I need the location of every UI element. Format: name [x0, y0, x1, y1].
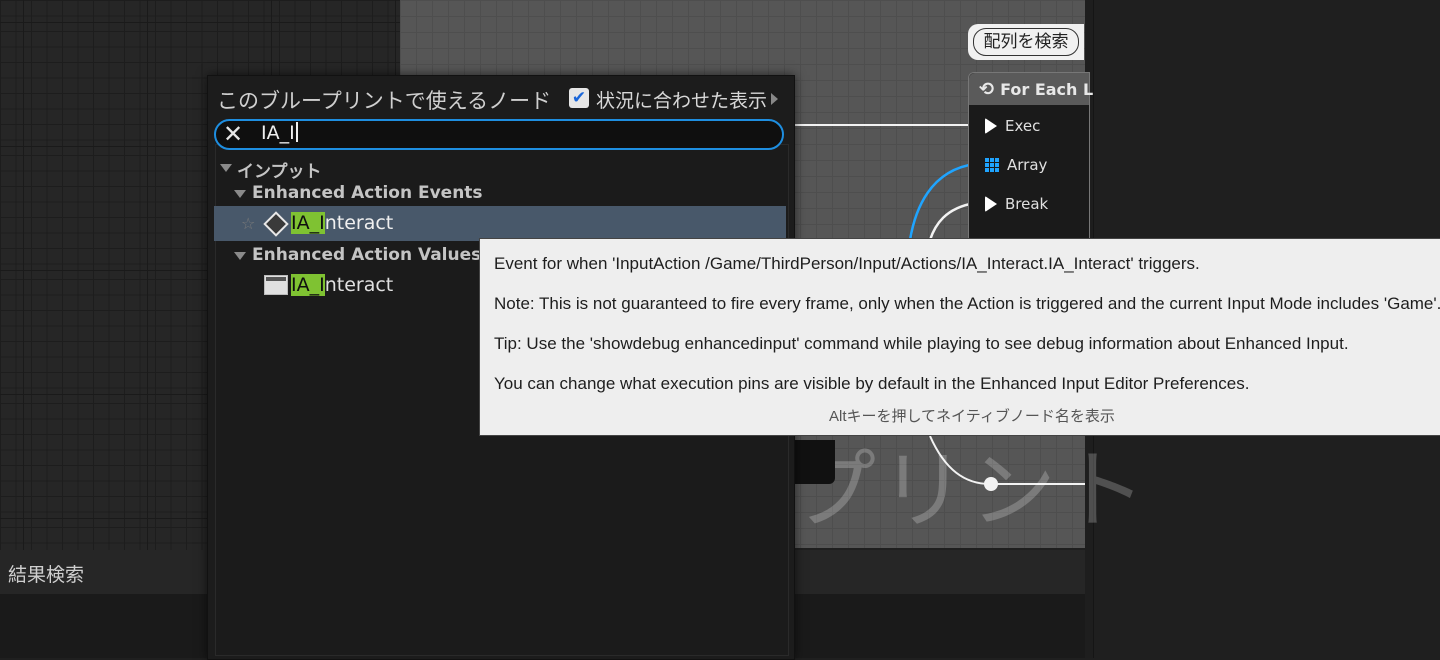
- group-label: Enhanced Action Values: [252, 245, 482, 265]
- pin-array[interactable]: Array: [985, 156, 1047, 174]
- exec-pin-icon: [985, 118, 997, 134]
- pin-label-exec: Exec: [1005, 117, 1041, 135]
- for-each-loop-node[interactable]: ⟲ For Each L Exec Array Break: [968, 72, 1093, 244]
- variable-icon: [264, 275, 288, 295]
- item-label: IA_Interact: [291, 212, 394, 234]
- pin-break[interactable]: Break: [985, 195, 1048, 213]
- node-header: ⟲ For Each L: [969, 73, 1093, 105]
- node-tooltip: Event for when 'InputAction /Game/ThirdP…: [479, 238, 1440, 436]
- match-highlight: IA_I: [291, 212, 325, 234]
- context-sensitive-label[interactable]: 状況に合わせた表示: [596, 86, 767, 113]
- match-highlight: IA_I: [291, 274, 325, 296]
- pin-label-break: Break: [1005, 195, 1049, 213]
- favorite-star-icon[interactable]: ☆: [241, 214, 255, 233]
- tooltip-footer: Altキーを押してネイティブノード名を表示: [829, 408, 1115, 425]
- search-array-label: 配列を検索: [973, 28, 1079, 56]
- text-caret: [295, 122, 298, 142]
- pin-label-array: Array: [1007, 156, 1048, 174]
- context-sensitive-checkbox[interactable]: ✔: [569, 88, 589, 108]
- tree-category-input[interactable]: インプット: [214, 156, 786, 182]
- tree-group-events[interactable]: Enhanced Action Events: [214, 182, 786, 208]
- search-input-value[interactable]: IA_I: [261, 122, 298, 144]
- blueprint-watermark: プリント: [790, 441, 1150, 541]
- palette-title: このブループリントで使えるノード: [217, 89, 552, 113]
- search-array-button[interactable]: 配列を検索: [968, 24, 1084, 60]
- pin-exec[interactable]: Exec: [985, 117, 1040, 135]
- group-label: Enhanced Action Events: [252, 183, 483, 203]
- clear-search-icon[interactable]: ✕: [222, 122, 244, 146]
- collapse-triangle-icon[interactable]: [220, 164, 232, 172]
- array-pin-icon: [985, 158, 999, 172]
- exec-pin-icon: [985, 196, 997, 212]
- results-panel-title: 結果検索: [8, 564, 85, 586]
- tooltip-line: Event for when 'InputAction /Game/ThirdP…: [494, 254, 1200, 273]
- tree-item-ia-interact-event[interactable]: ☆ IA_Interact: [214, 206, 786, 241]
- tooltip-line: Tip: Use the 'showdebug enhancedinput' c…: [494, 334, 1349, 353]
- tooltip-line: You can change what execution pins are v…: [494, 374, 1250, 393]
- loop-icon: ⟲: [979, 78, 995, 100]
- expand-arrow-icon[interactable]: [771, 93, 778, 105]
- event-icon: [263, 211, 289, 237]
- node-title: For Each L: [1000, 79, 1094, 99]
- collapse-triangle-icon[interactable]: [234, 190, 246, 198]
- tooltip-line: Note: This is not guaranteed to fire eve…: [494, 294, 1440, 313]
- category-label: インプット: [237, 162, 322, 182]
- item-label: IA_Interact: [291, 274, 394, 296]
- palette-search-input[interactable]: [214, 119, 784, 150]
- collapse-triangle-icon[interactable]: [234, 252, 246, 260]
